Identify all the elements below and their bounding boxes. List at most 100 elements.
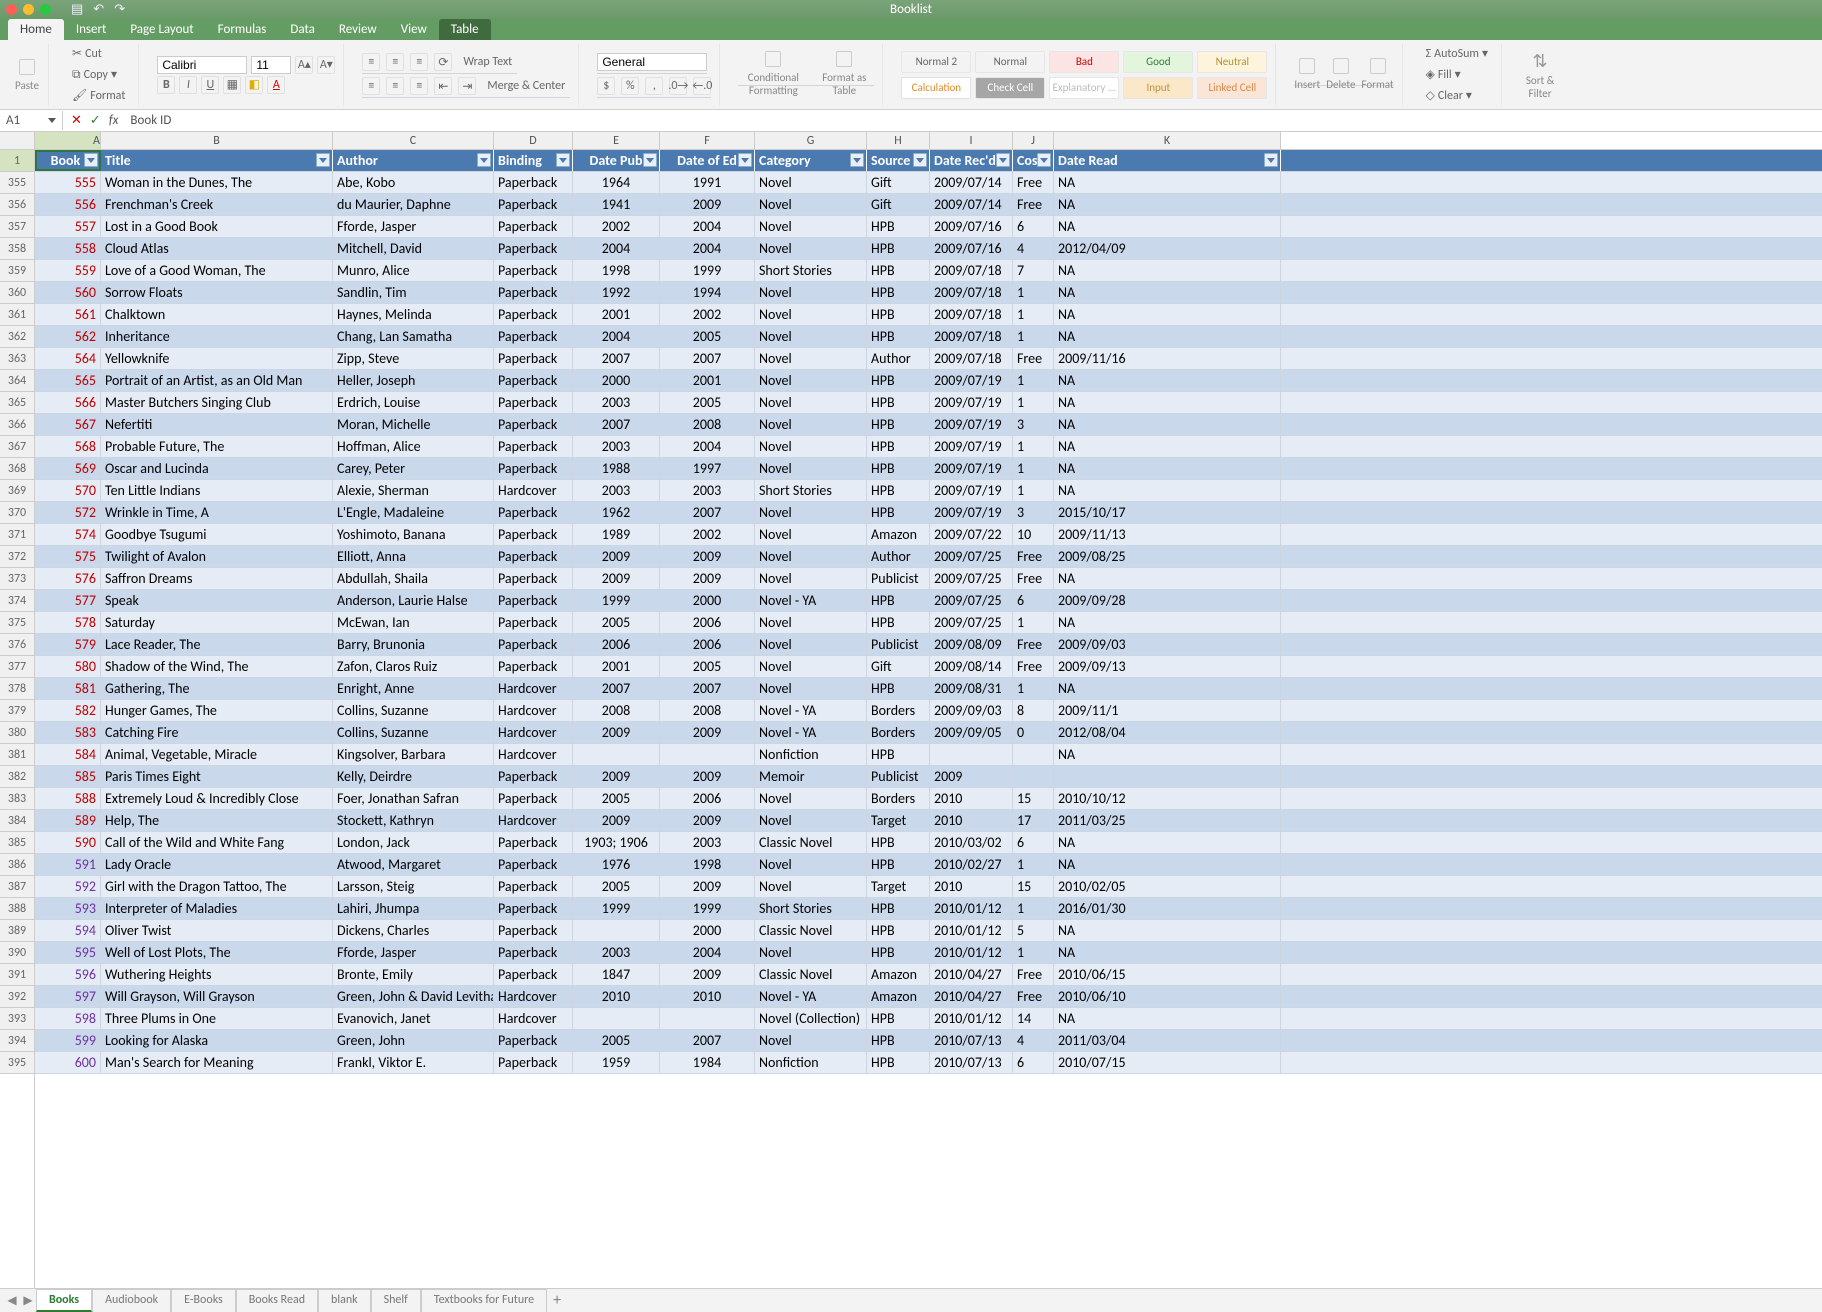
cell[interactable]: Paperback (494, 854, 573, 875)
cell[interactable] (660, 1008, 755, 1029)
row-header[interactable]: 386 (0, 854, 34, 876)
cell[interactable]: Classic Novel (755, 920, 867, 941)
cell[interactable]: HPB (867, 414, 930, 435)
cell[interactable]: 2004 (660, 238, 755, 259)
cell[interactable]: Classic Novel (755, 832, 867, 853)
cell[interactable]: HPB (867, 304, 930, 325)
copy-button[interactable]: ⧉ Copy ▾ (67, 65, 122, 84)
cell[interactable]: 1903; 1906 (573, 832, 660, 853)
filter-button[interactable] (477, 153, 491, 167)
cell[interactable]: 2009 (660, 876, 755, 897)
cell[interactable]: Paperback (494, 216, 573, 237)
ribbon-tab-review[interactable]: Review (327, 19, 389, 40)
cell[interactable]: NA (1054, 458, 1281, 479)
cell[interactable]: 2009 (660, 194, 755, 215)
cell[interactable]: Oliver Twist (101, 920, 333, 941)
cell[interactable]: Paperback (494, 546, 573, 567)
cell[interactable]: 2009/07/19 (930, 458, 1013, 479)
add-sheet-button[interactable]: + (547, 1291, 567, 1311)
cell[interactable]: 2009/11/13 (1054, 524, 1281, 545)
cell[interactable]: 2009/09/13 (1054, 656, 1281, 677)
cell[interactable]: Will Grayson, Will Grayson (101, 986, 333, 1007)
cell[interactable]: Paperback (494, 282, 573, 303)
cell[interactable]: 2000 (573, 370, 660, 391)
cell[interactable]: Kingsolver, Barbara (333, 744, 494, 765)
cell[interactable]: 2009 (573, 810, 660, 831)
cell[interactable]: 2005 (573, 612, 660, 633)
row-header[interactable]: 359 (0, 260, 34, 282)
cell[interactable]: NA (1054, 942, 1281, 963)
col-header-H[interactable]: H (867, 132, 930, 149)
cell[interactable]: 2009 (573, 568, 660, 589)
cell[interactable]: 1988 (573, 458, 660, 479)
row-header[interactable]: 378 (0, 678, 34, 700)
sort-filter-icon[interactable]: ⇅ (1533, 50, 1548, 72)
filter-button[interactable] (316, 153, 330, 167)
sheet-tab-textbooks-for-future[interactable]: Textbooks for Future (421, 1289, 547, 1312)
cell[interactable]: Hoffman, Alice (333, 436, 494, 457)
cell[interactable]: 591 (35, 854, 101, 875)
cell[interactable]: Novel - YA (755, 986, 867, 1007)
cell[interactable]: Novel (755, 678, 867, 699)
cell[interactable]: 2009/11/16 (1054, 348, 1281, 369)
decrease-font-button[interactable]: A▾ (317, 56, 335, 74)
col-header-F[interactable]: F (660, 132, 755, 149)
cell[interactable]: NA (1054, 370, 1281, 391)
cell[interactable]: 2003 (660, 832, 755, 853)
insert-cells-icon[interactable] (1299, 58, 1315, 74)
cell[interactable]: 2010/06/10 (1054, 986, 1281, 1007)
cell[interactable]: Free (1013, 964, 1054, 985)
cell[interactable]: 2006 (660, 612, 755, 633)
cell[interactable]: 2002 (660, 524, 755, 545)
cell[interactable]: 2009 (660, 810, 755, 831)
cell[interactable]: NA (1054, 1008, 1281, 1029)
cell[interactable]: Short Stories (755, 898, 867, 919)
cell[interactable]: 2010/01/12 (930, 920, 1013, 941)
cell[interactable]: 1 (1013, 392, 1054, 413)
cell[interactable]: 583 (35, 722, 101, 743)
cell[interactable]: Borders (867, 700, 930, 721)
cell[interactable]: 2009/07/25 (930, 568, 1013, 589)
cell[interactable]: 562 (35, 326, 101, 347)
cell[interactable]: Frenchman's Creek (101, 194, 333, 215)
cell[interactable]: 564 (35, 348, 101, 369)
wrap-text-button[interactable]: Wrap Text (458, 53, 517, 71)
cancel-formula-icon[interactable]: ✕ (71, 113, 82, 128)
cell[interactable]: 14 (1013, 1008, 1054, 1029)
cell[interactable]: Evanovich, Janet (333, 1008, 494, 1029)
cell[interactable]: Hardcover (494, 722, 573, 743)
cell[interactable]: Saturday (101, 612, 333, 633)
cell[interactable]: 2008 (573, 700, 660, 721)
row-header[interactable]: 391 (0, 964, 34, 986)
row-header[interactable]: 370 (0, 502, 34, 524)
cell[interactable]: 2009/07/19 (930, 502, 1013, 523)
cell[interactable]: Paperback (494, 238, 573, 259)
cell[interactable]: 2004 (660, 942, 755, 963)
cell[interactable]: NA (1054, 612, 1281, 633)
orientation-button[interactable]: ⟳ (434, 53, 452, 71)
cell[interactable]: Hardcover (494, 744, 573, 765)
cell[interactable]: Novel (755, 634, 867, 655)
cell[interactable]: Help, The (101, 810, 333, 831)
cell[interactable]: NA (1054, 392, 1281, 413)
align-left-button[interactable]: ≡ (362, 77, 380, 95)
cell[interactable]: Publicist (867, 766, 930, 787)
cell[interactable]: Fforde, Jasper (333, 216, 494, 237)
currency-button[interactable]: $ (597, 77, 615, 95)
cell[interactable]: Enright, Anne (333, 678, 494, 699)
cell[interactable]: Alexie, Sherman (333, 480, 494, 501)
cell[interactable]: Haynes, Melinda (333, 304, 494, 325)
cell[interactable]: Free (1013, 172, 1054, 193)
cell[interactable]: Erdrich, Louise (333, 392, 494, 413)
cell[interactable]: 1998 (573, 260, 660, 281)
cell[interactable]: 1941 (573, 194, 660, 215)
cell[interactable]: 2011/03/25 (1054, 810, 1281, 831)
cell[interactable]: 15 (1013, 788, 1054, 809)
cell[interactable]: 2007 (573, 348, 660, 369)
cell[interactable]: Lace Reader, The (101, 634, 333, 655)
cell[interactable]: Collins, Suzanne (333, 722, 494, 743)
cell[interactable]: 2006 (573, 634, 660, 655)
cell[interactable]: HPB (867, 744, 930, 765)
cell[interactable]: Target (867, 810, 930, 831)
cell[interactable]: Paperback (494, 414, 573, 435)
